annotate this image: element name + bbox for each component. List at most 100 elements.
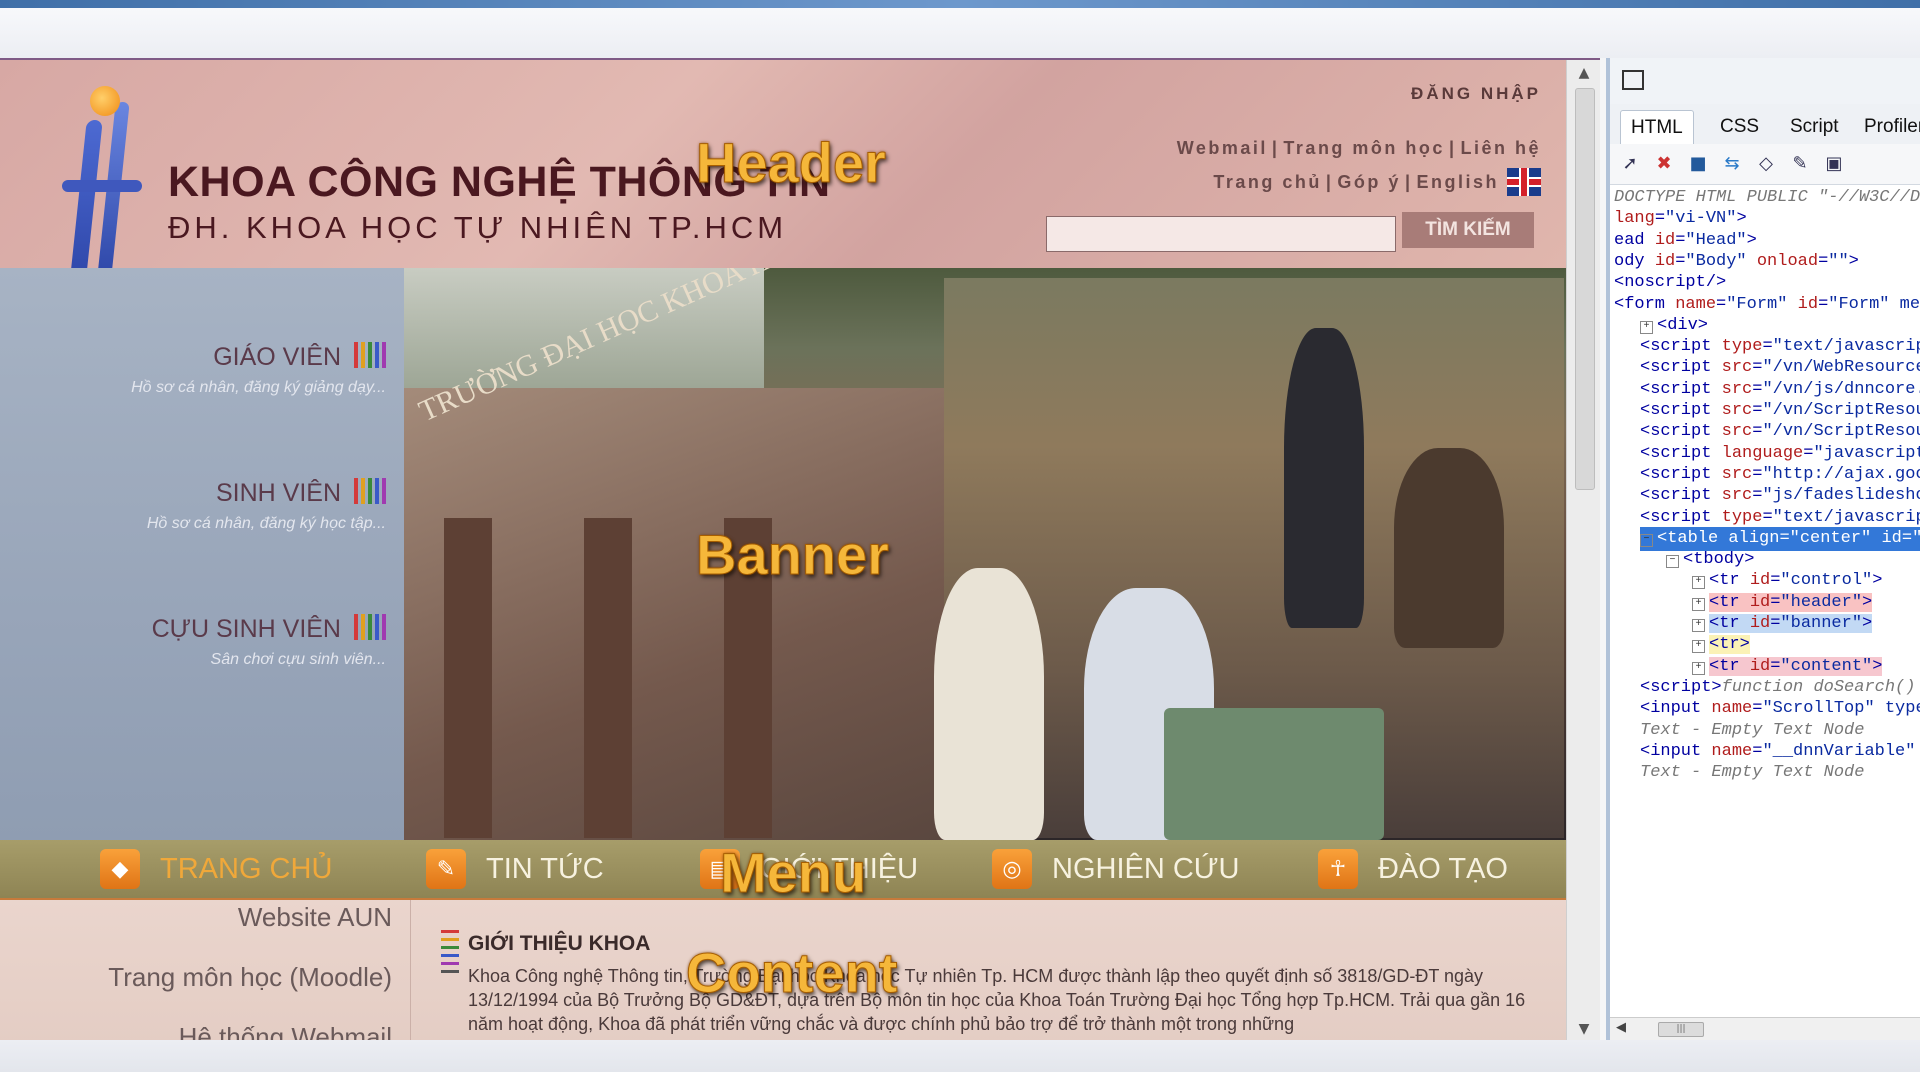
dom-node-text: <tr id="banner">	[1709, 614, 1873, 633]
webmail-system-link[interactable]: Hệ thống Webmail	[179, 1022, 392, 1042]
refresh-icon[interactable]: ⇆	[1720, 152, 1744, 176]
scroll-thumb[interactable]	[1575, 88, 1595, 490]
moodle-link[interactable]: Trang môn học (Moodle)	[108, 962, 392, 993]
menu-item-training[interactable]: ☥ ĐÀO TẠO	[1318, 846, 1508, 892]
alumni-title: CỰU SINH VIÊN	[151, 615, 341, 643]
menu-item-news[interactable]: ✎ TIN TỨC	[426, 846, 604, 892]
dom-node-line[interactable]: Text - Empty Text Node	[1640, 761, 1864, 785]
top-links-row1: Webmail | Trang môn học | Liên hệ	[1177, 138, 1541, 159]
dom-node-text: <table align="center" id="main">	[1657, 528, 1920, 548]
link-separator: |	[1404, 171, 1413, 192]
collapse-icon[interactable]: −	[1640, 533, 1653, 547]
expand-icon[interactable]: +	[1640, 320, 1653, 334]
devtools-panel: HTML CSS Script Profiler ➚ ✖ ■ ⇆ ◇ ✎ ▣ D…	[1606, 58, 1920, 1040]
expand-icon[interactable]: +	[1692, 576, 1705, 590]
devtools-horizontal-scrollbar[interactable]: ◀ |||	[1610, 1017, 1920, 1040]
aun-website-link[interactable]: Website AUN	[238, 902, 392, 933]
link-separator: |	[1271, 138, 1280, 158]
banner-column	[584, 518, 632, 838]
dom-node-text: ody id="Body" onload="">	[1614, 251, 1859, 271]
menu-label: TRANG CHỦ	[160, 852, 333, 885]
contact-link[interactable]: Liên hệ	[1460, 138, 1541, 158]
devtools-titlebar	[1610, 58, 1920, 105]
scroll-thumb[interactable]: |||	[1658, 1022, 1704, 1037]
tab-profiler[interactable]: Profiler	[1854, 110, 1920, 144]
color-bars-icon	[351, 342, 386, 375]
login-link[interactable]: ĐĂNG NHẬP	[1411, 84, 1541, 104]
header-overlay-label: Header	[696, 131, 887, 195]
minimize-icon[interactable]	[1622, 70, 1644, 90]
english-link[interactable]: English	[1416, 172, 1499, 193]
dom-node-text: <script src="/vn/WebResource.axd"	[1640, 358, 1920, 378]
teacher-entry[interactable]: GIÁO VIÊN Hồ sơ cá nhân, đăng ký giảng d…	[131, 342, 386, 397]
dom-node-text: <tbody>	[1683, 550, 1755, 570]
edit-icon[interactable]: ✎	[1788, 152, 1812, 176]
dom-node-text: <script type="text/javascript"	[1640, 507, 1920, 527]
search-button[interactable]: TÌM KIẾM	[1402, 212, 1534, 248]
scroll-up-arrow-icon[interactable]: ▲	[1567, 60, 1600, 86]
clear-outline-icon[interactable]: ✖	[1652, 152, 1676, 176]
dom-node-text: <script language="javascript"	[1640, 443, 1920, 463]
expand-icon[interactable]: +	[1692, 661, 1705, 675]
menu-item-research[interactable]: ◎ NGHIÊN CỨU	[992, 846, 1240, 892]
site-subtitle: ĐH. KHOA HỌC TỰ NHIÊN TP.HCM	[168, 210, 788, 245]
link-separator: |	[1325, 171, 1334, 192]
expand-icon[interactable]: +	[1692, 619, 1705, 632]
expand-icon[interactable]: +	[1692, 640, 1705, 654]
save-icon[interactable]: ■	[1686, 152, 1710, 176]
feedback-link[interactable]: Góp ý	[1337, 172, 1401, 193]
tab-css[interactable]: CSS	[1710, 110, 1769, 144]
dom-node-text: <input name="ScrollTop" type="hidden"	[1640, 699, 1920, 719]
dom-node-text: Text - Empty Text Node	[1640, 763, 1865, 783]
news-icon: ✎	[426, 849, 466, 889]
dom-node-text: <script type="text/javascript"	[1640, 337, 1920, 357]
alumni-entry[interactable]: CỰU SINH VIÊN Sân chơi cựu sinh viên...	[152, 614, 386, 669]
dom-icon[interactable]: ◇	[1754, 152, 1778, 176]
teacher-title: GIÁO VIÊN	[213, 343, 341, 371]
webmail-link[interactable]: Webmail	[1177, 138, 1268, 158]
expand-icon[interactable]: +	[1692, 597, 1705, 611]
dom-node-text: <noscript/>	[1614, 273, 1727, 293]
uk-flag-icon[interactable]	[1507, 168, 1541, 196]
search-input[interactable]	[1046, 216, 1396, 252]
dom-node-text: <tr id="header">	[1709, 592, 1873, 612]
dom-node-text: <form name="Form" id="Form" method="post…	[1614, 294, 1920, 314]
color-bars-icon	[351, 478, 386, 511]
dom-node-text: <script>function doSearch()	[1640, 677, 1916, 697]
scroll-down-arrow-icon[interactable]: ▼	[1567, 1016, 1600, 1042]
site-vertical-scrollbar[interactable]: ▲ ▼	[1566, 60, 1600, 1042]
course-page-link[interactable]: Trang môn học	[1283, 138, 1445, 158]
banner-column	[444, 518, 492, 838]
home-link[interactable]: Trang chủ	[1213, 172, 1322, 193]
dom-node-text: <script src="http://ajax.googleapis.com"	[1640, 464, 1920, 484]
research-icon: ◎	[992, 849, 1032, 889]
logo-crossbar	[62, 180, 142, 192]
window-top-strip	[0, 0, 1920, 8]
dom-node-text: DOCTYPE HTML PUBLIC "-//W3C//DTD XHTML 1…	[1614, 188, 1920, 207]
dom-node-text: Text - Empty Text Node	[1640, 720, 1865, 740]
color-bars-icon	[351, 614, 386, 647]
teacher-subtitle: Hồ sơ cá nhân, đăng ký giảng dạy...	[131, 379, 386, 396]
student-entry[interactable]: SINH VIÊN Hồ sơ cá nhân, đăng ký học tập…	[147, 478, 386, 533]
word-wrap-icon[interactable]: ▣	[1822, 152, 1846, 176]
link-separator: |	[1448, 138, 1457, 158]
tab-html[interactable]: HTML	[1620, 110, 1694, 146]
dom-node-text: <tr id="control">	[1709, 571, 1883, 591]
select-element-icon[interactable]: ➚	[1618, 152, 1642, 176]
devtools-toolbar: ➚ ✖ ■ ⇆ ◇ ✎ ▣	[1610, 144, 1920, 185]
student-subtitle: Hồ sơ cá nhân, đăng ký học tập...	[146, 515, 386, 532]
training-icon: ☥	[1318, 849, 1358, 889]
dom-node-text: lang="vi-VN">	[1614, 209, 1747, 229]
alumni-subtitle: Sân chơi cựu sinh viên...	[210, 651, 386, 668]
menu-item-home[interactable]: ◆ TRANG CHỦ	[100, 846, 332, 892]
dom-node-text: <script src="/vn/ScriptResource.axd"	[1640, 422, 1920, 442]
banner-person	[934, 568, 1044, 840]
banner-person	[1284, 328, 1364, 628]
tab-script[interactable]: Script	[1780, 110, 1849, 144]
dom-node-text: ead id="Head">	[1614, 230, 1757, 250]
collapse-icon[interactable]: −	[1666, 555, 1679, 569]
banner-image: TRƯỜNG ĐẠI HỌC KHOA HỌC TỰ NHIÊN	[404, 268, 1566, 840]
scroll-left-arrow-icon[interactable]: ◀	[1616, 1020, 1626, 1035]
content-paragraph: Khoa Công nghệ Thông tin, Trường Đại học…	[468, 966, 1526, 1034]
menu-overlay-label: Menu	[719, 841, 867, 905]
